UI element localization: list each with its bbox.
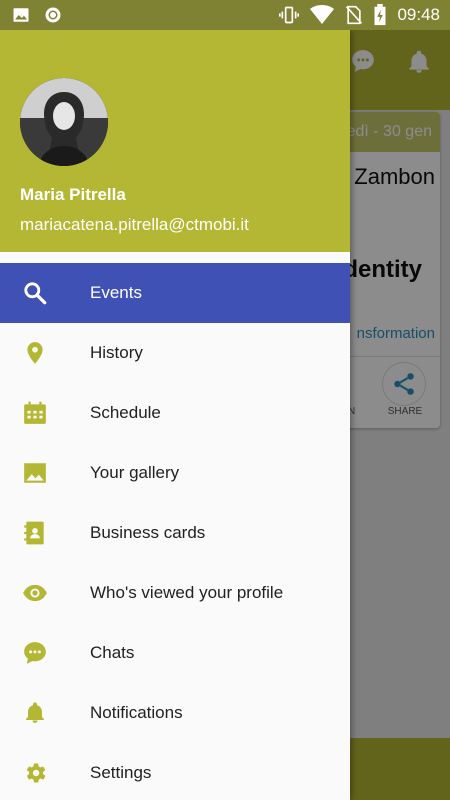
menu-item-label: Schedule [90,403,161,422]
menu-item-label: Notifications [90,703,183,722]
menu-item-settings[interactable]: Settings [0,743,350,800]
eye-icon [22,580,48,606]
no-sim-icon [346,5,363,25]
menu-item-history[interactable]: History [0,323,350,383]
profile-email: mariacatena.pitrella@ctmobi.it [20,215,249,234]
menu-item-notifications[interactable]: Notifications [0,683,350,743]
menu-item-schedule[interactable]: Schedule [0,383,350,443]
menu-item-profile-views[interactable]: Who's viewed your profile [0,563,350,623]
record-icon [45,7,61,23]
image-icon [22,460,48,486]
menu-item-label: Who's viewed your profile [90,583,284,602]
status-time: 09:48 [397,5,440,24]
drawer-menu: Events History Schedule Your gallery Bus… [0,263,350,800]
menu-item-your-gallery[interactable]: Your gallery [0,443,350,503]
chat-bubble-icon [22,640,48,666]
status-bar: 09:48 [0,0,450,30]
gear-icon [22,760,48,786]
menu-item-events[interactable]: Events [0,263,350,323]
calendar-icon [22,400,48,426]
menu-item-label: Events [90,283,142,302]
profile-name: Maria Pitrella [20,185,126,204]
menu-item-label: Settings [90,763,152,782]
avatar-photo [20,78,108,166]
menu-item-label: History [90,343,143,362]
wifi-icon [310,5,335,24]
drawer-header: Maria Pitrella mariacatena.pitrella@ctmo… [0,30,350,252]
navigation-drawer: Maria Pitrella mariacatena.pitrella@ctmo… [0,30,350,800]
bell-icon [22,700,48,726]
vibrate-icon [279,6,300,24]
menu-item-chats[interactable]: Chats [0,623,350,683]
menu-item-label: Business cards [90,523,206,542]
battery-charging-icon [374,4,386,26]
menu-item-business-cards[interactable]: Business cards [0,503,350,563]
contact-book-icon [22,520,48,546]
search-icon [22,280,48,306]
avatar[interactable] [20,78,108,166]
image-icon [13,8,29,22]
location-pin-icon [22,340,48,366]
menu-item-label: Your gallery [90,463,180,482]
menu-item-label: Chats [90,643,135,662]
